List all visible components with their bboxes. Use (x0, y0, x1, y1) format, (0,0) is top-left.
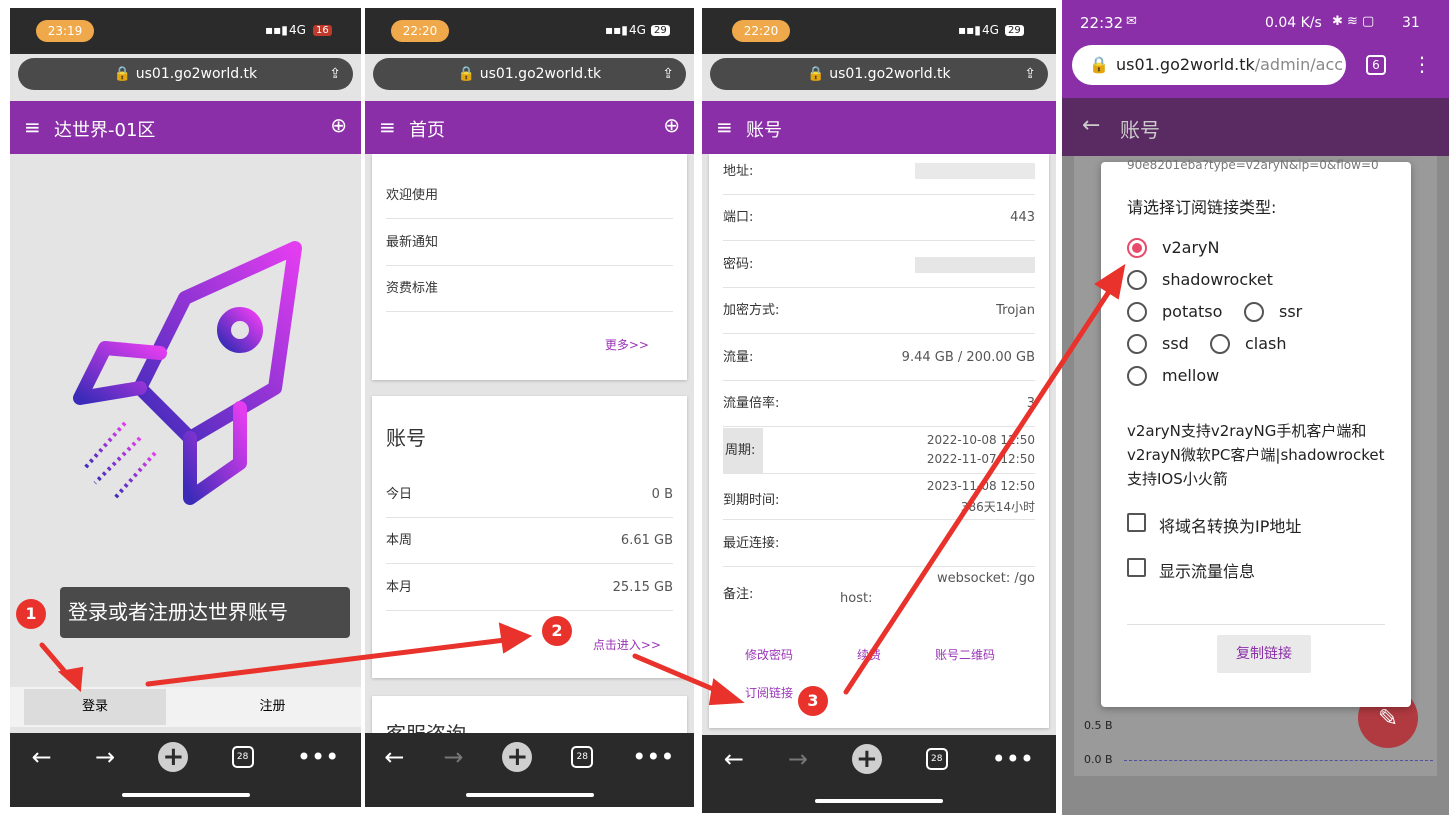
annotation-arrows (39, 263, 1126, 706)
